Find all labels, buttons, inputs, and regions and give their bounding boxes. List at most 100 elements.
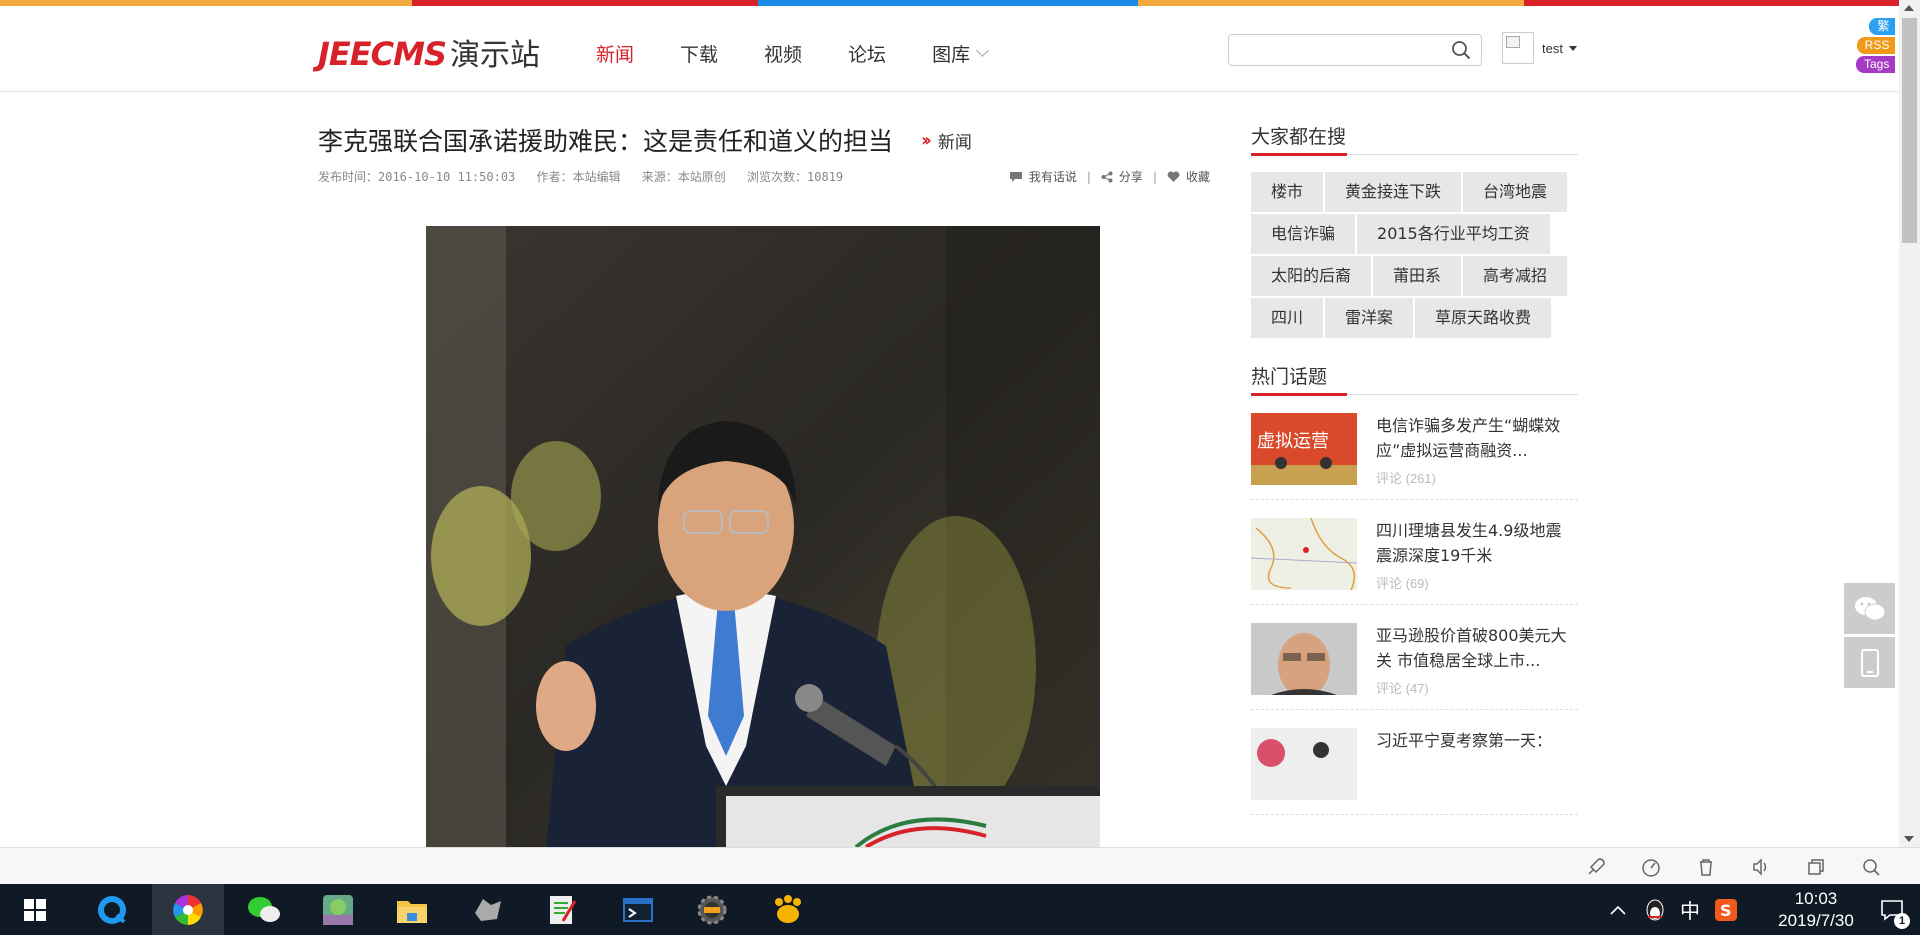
start-button[interactable]	[0, 884, 70, 935]
nav-item-forum[interactable]: 论坛	[848, 40, 886, 67]
wechat-icon	[248, 896, 280, 922]
favorite-button[interactable]: 收藏	[1167, 168, 1210, 185]
app-window-icon	[623, 897, 653, 922]
site-header: JEECMS 演示站 新闻 下载 视频 论坛 图库 test	[0, 6, 1899, 92]
list-item[interactable]: 习近平宁夏考察第一天：	[1251, 710, 1578, 815]
zoom-icon[interactable]	[1860, 856, 1882, 878]
topic-title[interactable]: 习近平宁夏考察第一天：	[1376, 728, 1576, 753]
nav-item-video[interactable]: 视频	[764, 40, 802, 67]
list-item[interactable]: 虚拟运营 电信诈骗多发产生“蝴蝶效应”虚拟运营商融资... 评论 (261)	[1251, 395, 1578, 500]
system-clock[interactable]: 10:03 2019/7/30	[1768, 888, 1864, 932]
vertical-scrollbar[interactable]	[1899, 0, 1920, 847]
source: 来源：本站原创	[641, 170, 726, 184]
folder-icon	[397, 900, 427, 923]
nav-item-gallery[interactable]: 图库	[932, 40, 989, 67]
user-menu[interactable]: test	[1502, 32, 1577, 64]
windows-taskbar: 中 S 10:03 2019/7/30 1	[0, 884, 1920, 935]
search-icon[interactable]	[1451, 40, 1471, 60]
favorite-label: 收藏	[1185, 170, 1210, 184]
taskbar-app-browser-q[interactable]	[76, 884, 148, 935]
chevron-up-icon[interactable]	[1608, 903, 1628, 917]
taskbar-app-photo[interactable]	[302, 884, 374, 935]
tag-item[interactable]: 莆田系	[1373, 256, 1462, 296]
wolf-tool-icon	[475, 898, 501, 921]
view-count: 浏览次数：10819	[747, 170, 844, 184]
scroll-down-icon[interactable]	[1904, 836, 1914, 842]
tag-item[interactable]: 四川	[1251, 298, 1324, 338]
publish-time: 发布时间：2016-10-10 11:50:03	[318, 170, 516, 184]
tag-item[interactable]: 台湾地震	[1463, 172, 1568, 212]
qq-penguin-icon[interactable]	[1644, 897, 1666, 923]
taskbar-app-editor[interactable]	[526, 884, 598, 935]
tag-item[interactable]: 雷洋案	[1325, 298, 1414, 338]
nav-item-download[interactable]: 下载	[680, 40, 718, 67]
topic-title[interactable]: 电信诈骗多发产生“蝴蝶效应”虚拟运营商融资...	[1376, 413, 1576, 463]
taskbar-app-ide[interactable]	[676, 884, 748, 935]
share-label: 分享	[1118, 170, 1143, 184]
taskbar-app-window[interactable]	[602, 884, 674, 935]
mobile-float-button[interactable]	[1844, 637, 1895, 688]
topic-title[interactable]: 亚马逊股价首破800美元大关 市值稳居全球上市...	[1376, 623, 1576, 673]
trash-icon[interactable]	[1695, 856, 1717, 878]
list-item[interactable]: 亚马逊股价首破800美元大关 市值稳居全球上市... 评论 (47)	[1251, 605, 1578, 710]
article-meta: 发布时间：2016-10-10 11:50:03 作者：本站编辑 来源：本站原创…	[318, 168, 857, 185]
topic-comments: 评论 (47)	[1376, 681, 1429, 696]
separator: |	[1086, 169, 1091, 184]
taskbar-app-explorer[interactable]	[376, 884, 448, 935]
article-category[interactable]: 新闻	[938, 128, 972, 153]
svg-text:虚拟运营: 虚拟运营	[1257, 431, 1329, 452]
taskbar-app-wechat[interactable]	[228, 884, 300, 935]
logo-text-cn: 演示站	[450, 38, 540, 73]
tag-item[interactable]: 草原天路收费	[1415, 298, 1552, 338]
traditional-chinese-badge[interactable]: 繁	[1869, 18, 1896, 35]
article-title: 李克强联合国承诺援助难民：这是责任和道义的担当	[318, 127, 894, 156]
article: 李克强联合国承诺援助难民：这是责任和道义的担当 ›› 新闻 发布时间：2016-…	[318, 122, 1210, 185]
chevron-down-icon	[976, 44, 989, 57]
volume-icon[interactable]	[1750, 856, 1772, 878]
topic-thumbnail[interactable]	[1251, 518, 1357, 590]
browser-status-bar	[0, 847, 1920, 884]
sogou-ime-icon[interactable]: S	[1714, 898, 1738, 922]
tag-item[interactable]: 2015各行业平均工资	[1357, 214, 1550, 254]
hot-topics-title: 热门话题	[1251, 362, 1578, 396]
tags-badge[interactable]: Tags	[1856, 56, 1896, 73]
tag-item[interactable]: 太阳的后裔	[1251, 256, 1372, 296]
double-chevron-icon: ››	[921, 129, 932, 151]
search-input[interactable]	[1229, 35, 1439, 65]
color-wheel-browser-icon	[173, 894, 203, 925]
tag-item[interactable]: 高考减招	[1463, 256, 1568, 296]
gear-icon	[697, 895, 727, 924]
ime-indicator[interactable]: 中	[1680, 895, 1700, 924]
taskbar-app-tool[interactable]	[452, 884, 524, 935]
taskbar-app-paw[interactable]	[752, 884, 824, 935]
comment-button[interactable]: 我有话说	[1009, 168, 1077, 185]
nav-label: 视频	[764, 44, 803, 66]
notification-center-button[interactable]: 1	[1864, 884, 1920, 935]
site-logo[interactable]: JEECMS 演示站	[318, 30, 540, 73]
nav-label: 图库	[932, 44, 971, 66]
window-restore-icon[interactable]	[1805, 856, 1827, 878]
wechat-float-button[interactable]	[1844, 583, 1895, 634]
nav-item-news[interactable]: 新闻	[596, 40, 634, 67]
taskbar-app-chrome[interactable]	[152, 884, 224, 935]
list-item[interactable]: 四川理塘县发生4.9级地震 震源深度19千米 评论 (69)	[1251, 500, 1578, 605]
speedup-icon[interactable]	[1640, 856, 1662, 878]
nav-label: 下载	[680, 44, 719, 66]
rocket-icon[interactable]	[1585, 856, 1607, 878]
topic-thumbnail[interactable]: 虚拟运营	[1251, 413, 1357, 485]
heart-icon	[1167, 171, 1180, 182]
topic-comments: 评论 (261)	[1376, 471, 1436, 486]
tag-item[interactable]: 楼市	[1251, 172, 1324, 212]
topic-thumbnail[interactable]	[1251, 728, 1357, 800]
rss-badge[interactable]: RSS	[1856, 37, 1896, 54]
topic-title[interactable]: 四川理塘县发生4.9级地震 震源深度19千米	[1376, 518, 1576, 568]
tag-item[interactable]: 电信诈骗	[1251, 214, 1356, 254]
share-button[interactable]: 分享	[1101, 168, 1143, 185]
scrollbar-thumb[interactable]	[1902, 18, 1917, 243]
svg-text:S: S	[1720, 901, 1732, 920]
topic-thumbnail[interactable]	[1251, 623, 1357, 695]
scroll-up-icon[interactable]	[1904, 5, 1914, 11]
q-browser-icon	[98, 895, 126, 924]
notepad-icon	[550, 895, 577, 924]
tag-item[interactable]: 黄金接连下跌	[1325, 172, 1462, 212]
